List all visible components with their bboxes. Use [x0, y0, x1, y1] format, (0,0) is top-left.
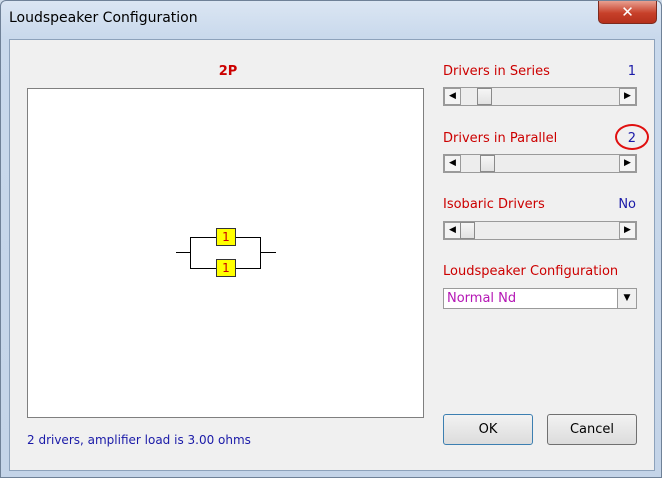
- driver-box: 1: [216, 228, 236, 246]
- output-wire: [260, 252, 276, 253]
- status-text: 2 drivers, amplifier load is 3.00 ohms: [27, 433, 251, 447]
- config-dropdown[interactable]: Normal Nd ▼: [443, 288, 637, 309]
- ok-button[interactable]: OK: [443, 414, 533, 445]
- dialog-window: Loudspeaker Configuration ✕ 2P 1 1 2 dri…: [0, 0, 662, 478]
- series-label: Drivers in Series: [443, 64, 550, 79]
- arrow-right-icon[interactable]: ▶: [619, 222, 636, 239]
- config-code-label: 2P: [218, 64, 238, 79]
- left-bus-wire: [190, 237, 191, 269]
- config-label: Loudspeaker Configuration: [443, 264, 619, 279]
- annotation-circle: [615, 124, 649, 150]
- isobaric-value: No: [618, 197, 636, 212]
- arrow-left-icon[interactable]: ◀: [444, 155, 461, 172]
- parallel-scrollbar[interactable]: ◀ ▶: [443, 154, 637, 173]
- isobaric-scrollbar[interactable]: ◀ ▶: [443, 221, 637, 240]
- close-button[interactable]: ✕: [598, 1, 657, 24]
- parallel-label: Drivers in Parallel: [443, 131, 558, 146]
- chevron-down-icon[interactable]: ▼: [617, 289, 636, 308]
- dialog-client-area: 2P 1 1 2 drivers, amplifier load is 3.00…: [9, 39, 655, 471]
- series-value: 1: [627, 64, 636, 79]
- top-left-wire: [190, 237, 216, 238]
- cancel-button[interactable]: Cancel: [547, 414, 637, 445]
- driver-box: 1: [216, 259, 236, 277]
- right-bus-wire: [260, 237, 261, 269]
- bottom-left-wire: [190, 268, 216, 269]
- wiring-diagram: 1 1: [27, 88, 424, 418]
- arrow-right-icon[interactable]: ▶: [619, 155, 636, 172]
- series-scrollbar[interactable]: ◀ ▶: [443, 87, 637, 106]
- top-right-wire: [236, 237, 261, 238]
- isobaric-scroll-thumb[interactable]: [460, 222, 475, 239]
- input-wire: [176, 252, 190, 253]
- isobaric-label: Isobaric Drivers: [443, 197, 545, 212]
- arrow-right-icon[interactable]: ▶: [619, 88, 636, 105]
- parallel-scroll-thumb[interactable]: [480, 155, 495, 172]
- series-scroll-thumb[interactable]: [477, 88, 492, 105]
- config-dropdown-value: Normal Nd: [447, 291, 517, 306]
- bottom-right-wire: [236, 268, 261, 269]
- arrow-left-icon[interactable]: ◀: [444, 222, 461, 239]
- close-icon: ✕: [621, 3, 634, 21]
- window-title: Loudspeaker Configuration: [9, 10, 198, 26]
- arrow-left-icon[interactable]: ◀: [444, 88, 461, 105]
